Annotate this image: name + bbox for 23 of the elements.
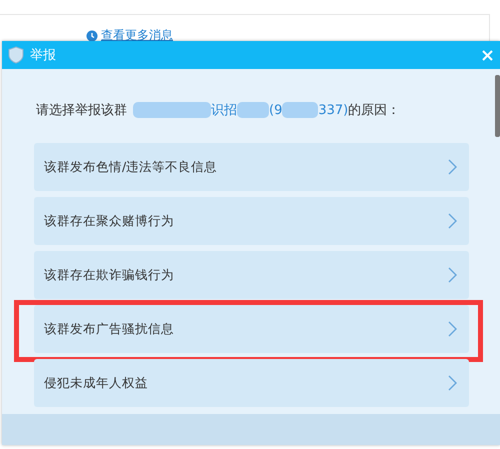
chevron-icon (448, 267, 457, 283)
clock-icon (86, 30, 98, 42)
prompt-text: 请选择举报该群 (36, 102, 127, 119)
redaction-mark (282, 102, 318, 118)
chevron-icon (448, 213, 457, 229)
reason-item[interactable]: 该群发布色情/违法等不良信息 (34, 143, 469, 191)
close-button[interactable] (480, 48, 494, 62)
shield-icon (8, 46, 24, 64)
reason-item[interactable]: 该群存在欺诈骗钱行为 (34, 251, 469, 299)
prompt-text: 的原因： (348, 102, 400, 119)
group-number-text: (9 (269, 102, 282, 118)
reason-item[interactable]: 该群存在聚众赌博行为 (34, 197, 469, 245)
chevron-icon (448, 321, 457, 337)
more-messages-link[interactable]: 查看更多消息 (101, 27, 173, 44)
group-number-text: 337) (318, 102, 348, 118)
chevron-icon (448, 375, 457, 391)
group-name-text: 识招 (211, 102, 237, 119)
dialog-title: 举报 (30, 47, 57, 64)
chevron-icon (448, 159, 457, 175)
reason-item[interactable]: 侵犯未成年人权益 (34, 359, 469, 407)
reason-item[interactable]: 该群发布广告骚扰信息 (34, 305, 469, 353)
redaction-mark (237, 102, 269, 118)
scrollbar[interactable] (495, 75, 500, 137)
